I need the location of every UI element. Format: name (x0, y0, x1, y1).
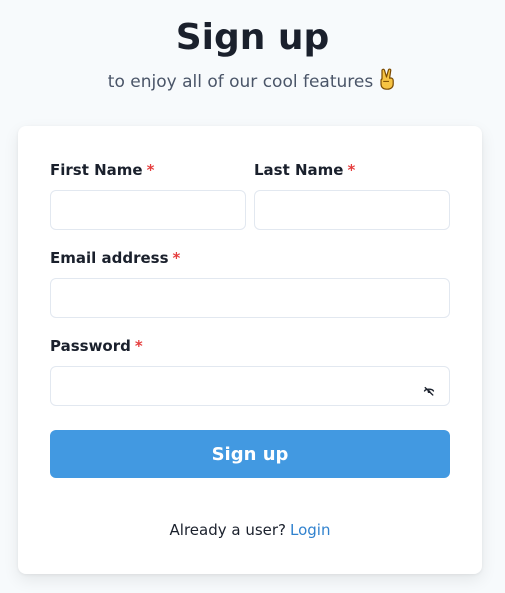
page-title: Sign up (175, 17, 330, 58)
email-label: Email address * (50, 249, 181, 267)
eye-slash-icon[interactable] (417, 379, 441, 403)
required-marker: * (134, 337, 143, 355)
password-input[interactable] (50, 366, 450, 406)
first-name-label: First Name * (50, 161, 155, 179)
victory-hand-emoji (377, 68, 397, 98)
login-link[interactable]: Login (290, 521, 330, 539)
required-marker: * (172, 249, 181, 267)
signup-card: First Name * Last Name * Email address * Pa… (18, 126, 482, 574)
login-prompt: Already a user? Login (18, 520, 482, 540)
subtitle-text: to enjoy all of our cool features (107, 72, 374, 92)
email-input[interactable] (50, 278, 450, 318)
last-name-input[interactable] (254, 190, 450, 230)
first-name-input[interactable] (50, 190, 246, 230)
already-user-text: Already a user? (169, 521, 287, 539)
sign-up-button[interactable]: Sign up (50, 430, 450, 478)
required-marker: * (347, 161, 356, 179)
page-subtitle: to enjoy all of our cool features (0, 68, 505, 98)
last-name-label: Last Name * (254, 161, 356, 179)
required-marker: * (146, 161, 155, 179)
password-label: Password * (50, 337, 143, 355)
